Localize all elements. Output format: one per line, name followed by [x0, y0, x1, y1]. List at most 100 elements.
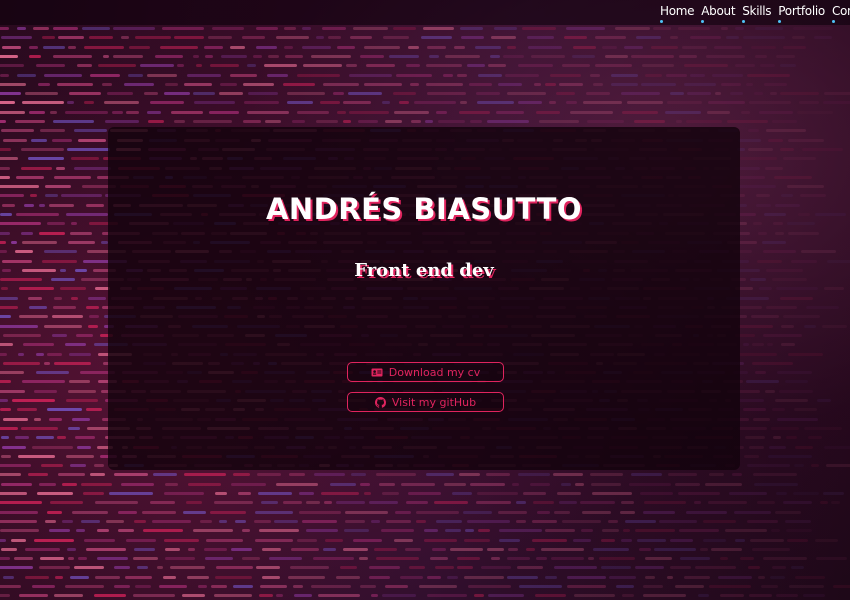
nav-item-portfolio[interactable]: Portfolio — [778, 4, 825, 23]
code-stroke — [0, 166, 10, 170]
code-stroke — [385, 519, 412, 523]
code-stroke — [645, 557, 672, 561]
code-stroke — [76, 64, 92, 68]
code-stroke — [754, 371, 767, 375]
code-stroke — [310, 54, 351, 58]
code-stroke — [531, 54, 565, 58]
code-stroke — [205, 54, 214, 58]
code-stroke — [0, 92, 22, 96]
code-stroke — [363, 45, 400, 49]
code-stroke — [422, 27, 455, 30]
code-stroke — [783, 315, 821, 319]
code-stroke — [561, 519, 602, 523]
code-stroke — [591, 492, 633, 495]
code-stroke — [684, 575, 711, 579]
code-stroke — [786, 222, 816, 226]
code-stroke — [114, 566, 131, 570]
code-stroke — [775, 203, 801, 207]
code-stroke — [285, 54, 304, 58]
code-stroke — [508, 547, 518, 551]
code-stroke — [751, 361, 794, 365]
code-stroke — [516, 566, 544, 570]
code-stroke — [780, 324, 794, 328]
code-stroke — [427, 594, 467, 598]
code-stroke — [526, 547, 535, 551]
code-stroke — [2, 417, 29, 421]
code-stroke — [288, 473, 305, 477]
code-stroke — [275, 594, 284, 598]
code-stroke — [682, 45, 707, 49]
code-stroke — [772, 436, 782, 440]
code-stroke — [766, 268, 803, 272]
code-stroke — [184, 473, 226, 477]
code-stroke — [763, 557, 807, 561]
code-stroke — [156, 566, 164, 570]
code-stroke — [530, 482, 551, 486]
code-stroke — [426, 82, 464, 86]
code-stroke — [686, 120, 722, 123]
code-stroke — [675, 585, 705, 588]
code-stroke — [214, 594, 253, 598]
code-stroke — [197, 585, 207, 588]
nav-item-contact[interactable]: Contact — [831, 4, 850, 23]
code-stroke — [611, 82, 638, 86]
code-stroke — [635, 566, 664, 570]
code-stroke — [15, 250, 34, 254]
code-stroke — [22, 343, 54, 347]
code-stroke — [670, 538, 693, 542]
code-stroke — [0, 129, 35, 133]
code-stroke — [302, 45, 331, 49]
code-stroke — [30, 138, 48, 142]
code-stroke — [14, 436, 29, 440]
github-icon — [374, 396, 386, 408]
code-stroke — [744, 454, 759, 458]
code-stroke — [149, 101, 184, 105]
code-stroke — [0, 250, 8, 254]
code-stroke — [238, 492, 251, 495]
code-stroke — [74, 566, 105, 570]
code-stroke — [75, 436, 96, 440]
code-stroke — [109, 492, 153, 495]
nav-item-about[interactable]: About — [701, 4, 736, 23]
code-stroke — [246, 110, 289, 114]
code-stroke — [436, 110, 448, 114]
code-stroke — [67, 547, 76, 551]
code-stroke — [256, 45, 277, 49]
code-stroke — [204, 547, 228, 551]
code-stroke — [643, 501, 686, 505]
code-stroke — [28, 306, 47, 309]
code-stroke — [359, 557, 368, 561]
code-stroke — [0, 36, 32, 40]
nav-item-skills[interactable]: Skills — [742, 4, 772, 23]
code-stroke — [16, 408, 37, 412]
code-stroke — [427, 575, 441, 579]
code-stroke — [677, 492, 721, 495]
code-stroke — [496, 110, 525, 114]
code-stroke — [350, 473, 366, 477]
github-button[interactable]: Visit my gitHub — [347, 392, 504, 412]
code-stroke — [684, 82, 717, 86]
code-stroke — [87, 324, 98, 328]
code-stroke — [775, 231, 784, 235]
download-cv-button[interactable]: Download my cv — [347, 362, 504, 382]
code-stroke — [16, 175, 44, 179]
code-stroke — [675, 120, 682, 123]
code-stroke — [760, 585, 778, 588]
code-stroke — [752, 343, 764, 347]
code-stroke — [1, 445, 26, 449]
nav-item-home[interactable]: Home — [660, 4, 695, 23]
code-stroke — [823, 492, 845, 495]
code-stroke — [82, 27, 110, 30]
code-stroke — [506, 92, 546, 96]
code-stroke — [93, 594, 126, 598]
code-stroke — [729, 492, 767, 495]
code-stroke — [677, 27, 710, 30]
code-stroke — [0, 185, 39, 189]
code-stroke — [717, 575, 752, 579]
code-stroke — [71, 157, 100, 161]
code-stroke — [789, 585, 825, 588]
nav-dot — [778, 20, 782, 23]
code-stroke — [666, 101, 702, 105]
code-stroke — [34, 389, 58, 393]
code-stroke — [627, 101, 663, 105]
